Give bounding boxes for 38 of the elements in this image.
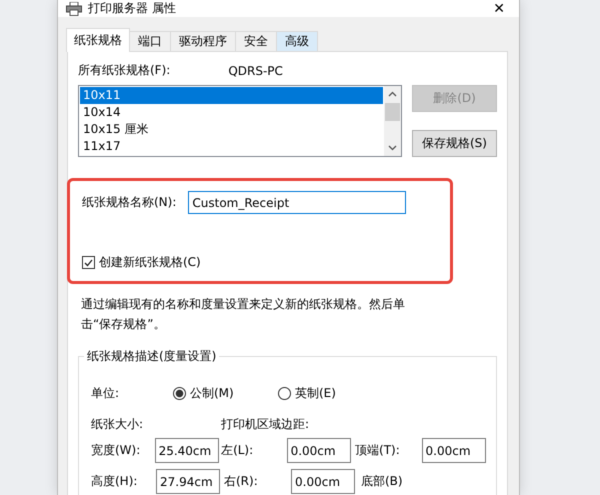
scrollbar[interactable]	[384, 86, 401, 156]
window-title: 打印服务器 属性	[88, 0, 177, 17]
form-name-field[interactable]: Custom_Receipt	[188, 191, 406, 214]
margin-label: 顶端(T):	[355, 442, 400, 459]
hint-text: 通过编辑现有的名称和度量设置来定义新的纸张规格。然后单击“保存规格”。	[80, 296, 406, 333]
save-button[interactable]: 保存规格(S)	[412, 130, 497, 157]
margins-label: 打印机区域边距:	[221, 416, 310, 433]
radio-button[interactable]	[173, 387, 186, 400]
dimension-label: 高度(H):	[91, 473, 138, 490]
tab[interactable]: 高级	[276, 31, 318, 52]
list-item[interactable]: 10x14	[80, 104, 383, 121]
size-label: 纸张大小:	[91, 416, 144, 433]
forms-label: 所有纸张规格(F):	[78, 62, 170, 79]
radio-label: 英制(E)	[295, 385, 336, 402]
dimension-field[interactable]: 27.94cm	[156, 469, 220, 494]
margin-label: 右(R):	[224, 473, 258, 490]
radio-button[interactable]	[278, 387, 291, 400]
tab[interactable]: 纸张规格	[66, 28, 130, 52]
margin-label: 底部(B)	[361, 473, 403, 490]
list-item[interactable]: 10x11	[80, 87, 383, 104]
dimension-label: 宽度(W):	[91, 442, 140, 459]
margin-field[interactable]: 0.00cm	[286, 438, 351, 463]
server-name: QDRS-PC	[228, 64, 283, 78]
list-item[interactable]: 11x17	[80, 138, 383, 155]
margin-field[interactable]: 0.00cm	[291, 469, 355, 494]
checkbox[interactable]	[82, 256, 95, 269]
dimension-field[interactable]: 25.40cm	[154, 438, 219, 463]
margin-label: 左(L):	[221, 442, 254, 459]
radio-label: 公制(M)	[190, 385, 234, 402]
group-title: 纸张规格描述(度量设置)	[84, 348, 220, 365]
form-name-label: 纸张规格名称(N):	[82, 194, 176, 211]
margin-field[interactable]: 0.00cm	[422, 438, 486, 463]
forms-list[interactable]: 10x11 10x14 10x15 厘米 11x17	[78, 85, 402, 157]
units-label: 单位:	[91, 385, 120, 402]
list-item[interactable]: 10x15 厘米	[80, 121, 383, 138]
close-button[interactable]: ✕	[487, 0, 511, 16]
checkbox-label: 创建新纸张规格(C)	[99, 254, 201, 271]
scroll-thumb[interactable]	[385, 103, 400, 121]
